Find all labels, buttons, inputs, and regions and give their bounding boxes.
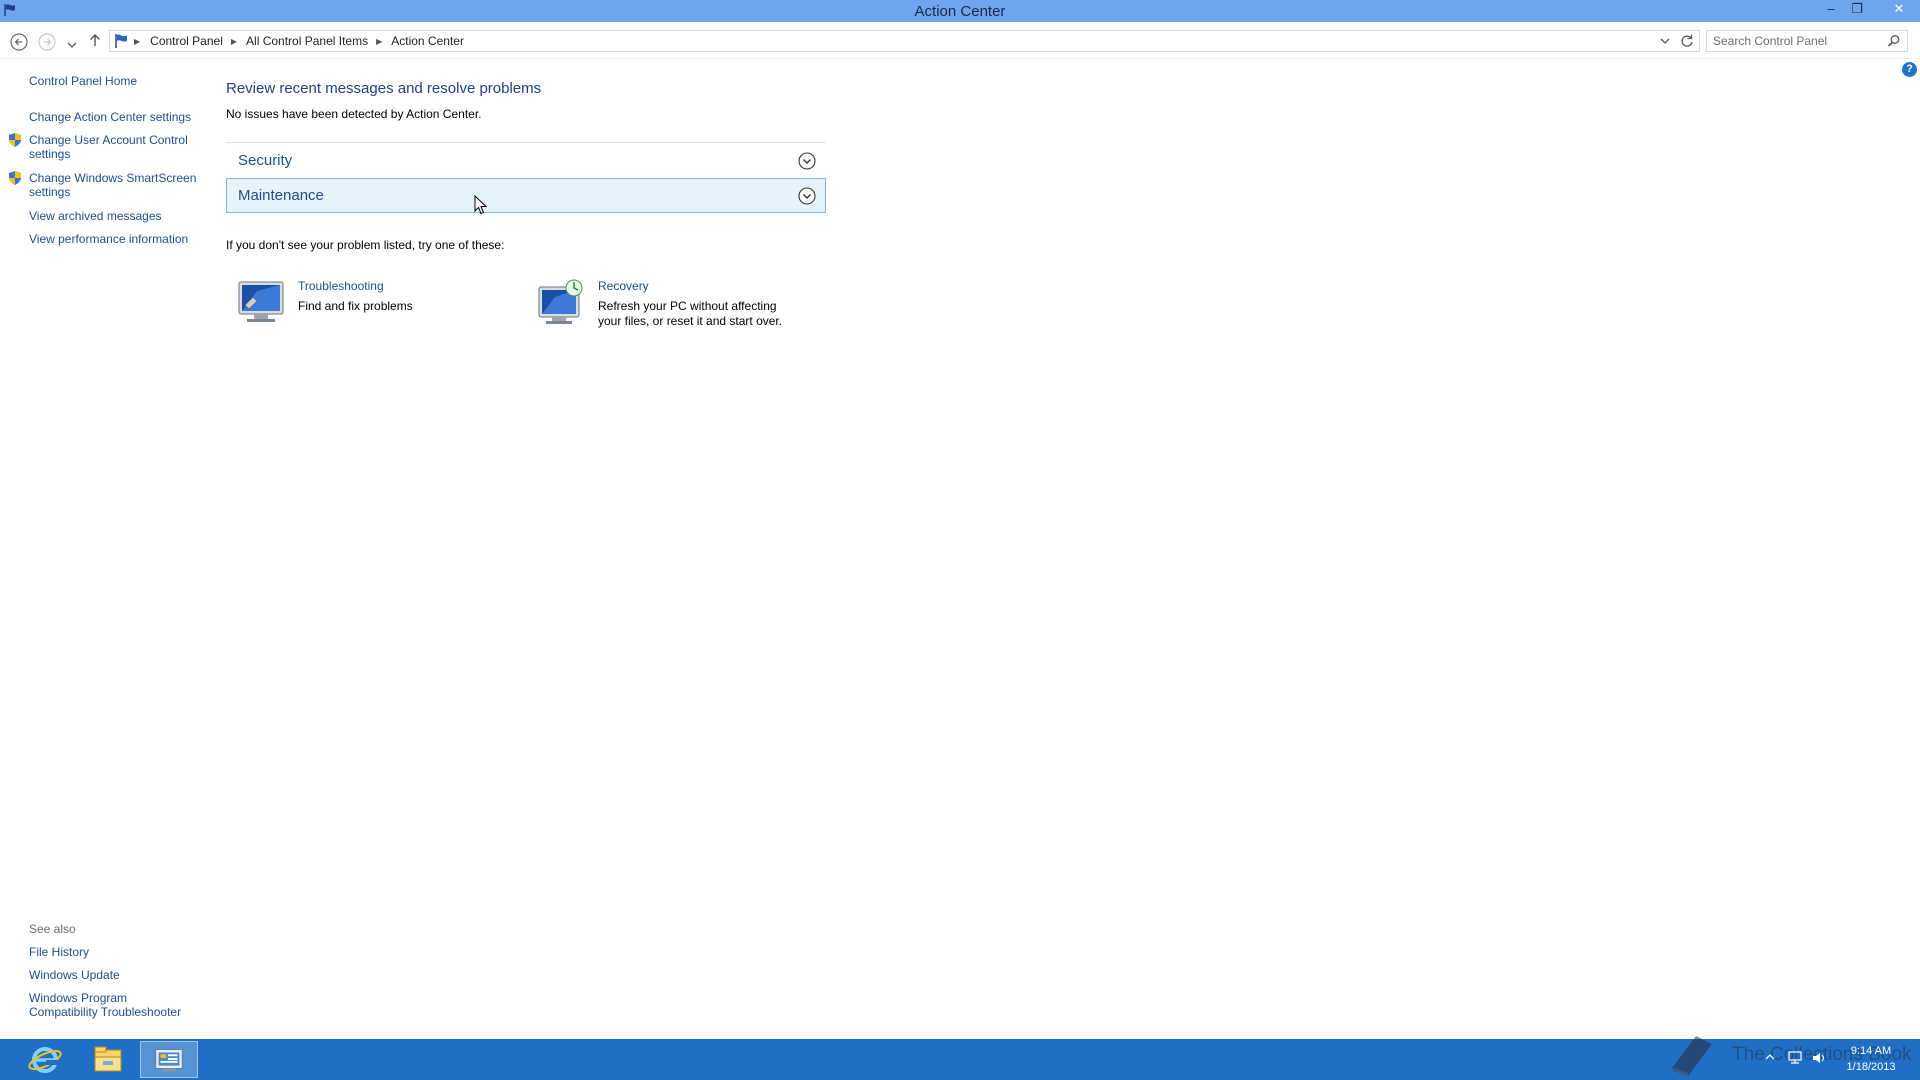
forward-button[interactable] bbox=[37, 32, 57, 52]
close-button[interactable]: ✕ bbox=[1881, 0, 1917, 20]
page-title: Review recent messages and resolve probl… bbox=[226, 80, 542, 97]
refresh-icon[interactable] bbox=[1679, 32, 1695, 50]
search-box[interactable] bbox=[1706, 30, 1908, 52]
search-input[interactable] bbox=[1707, 31, 1877, 51]
windows-program-compatibility-troubleshooter-link[interactable]: Windows Program Compatibility Troublesho… bbox=[29, 991, 199, 1019]
taskbar-clock[interactable]: 9:14 AM 1/18/2013 bbox=[1832, 1043, 1910, 1075]
address-history-chevron-down-icon[interactable] bbox=[1659, 32, 1671, 50]
uac-shield-icon bbox=[9, 171, 21, 185]
clock-time: 9:14 AM bbox=[1850, 1045, 1892, 1057]
view-archived-messages-link[interactable]: View archived messages bbox=[29, 209, 162, 223]
windows-update-link[interactable]: Windows Update bbox=[29, 968, 120, 982]
see-also-heading: See also bbox=[29, 922, 76, 936]
title-bar: Action Center – ❐ ✕ bbox=[0, 0, 1920, 22]
back-button[interactable] bbox=[9, 32, 29, 52]
minimize-button[interactable]: – bbox=[1818, 0, 1844, 20]
troubleshooting-link[interactable]: Troubleshooting bbox=[298, 279, 384, 293]
recovery-icon[interactable] bbox=[537, 279, 585, 325]
window-title: Action Center bbox=[914, 3, 1006, 20]
status-message: No issues have been detected by Action C… bbox=[226, 107, 482, 121]
breadcrumb-control-panel[interactable]: Control Panel bbox=[150, 34, 223, 48]
breadcrumb-separator-icon[interactable]: ▶ bbox=[231, 37, 237, 46]
recovery-description: Refresh your PC without affecting your f… bbox=[598, 299, 783, 328]
breadcrumb-all-control-panel-items[interactable]: All Control Panel Items bbox=[246, 34, 368, 48]
mouse-pointer-icon bbox=[474, 195, 488, 215]
watermark-book-icon bbox=[1670, 1036, 1712, 1076]
address-box[interactable]: ▶ Control Panel ▶ All Control Panel Item… bbox=[109, 30, 1700, 52]
breadcrumb: ▶ Control Panel ▶ All Control Panel Item… bbox=[134, 34, 464, 48]
file-history-link[interactable]: File History bbox=[29, 945, 89, 959]
change-user-account-control-settings-link[interactable]: Change User Account Control settings bbox=[29, 133, 199, 161]
search-icon[interactable] bbox=[1887, 34, 1901, 48]
help-icon[interactable]: ? bbox=[1902, 62, 1917, 77]
security-section-header[interactable]: Security bbox=[226, 143, 826, 178]
expand-chevron-down-icon[interactable] bbox=[798, 152, 816, 170]
troubleshooting-description: Find and fix problems bbox=[298, 299, 413, 313]
control-panel-icon[interactable] bbox=[140, 1041, 198, 1078]
try-these-text: If you don't see your problem listed, tr… bbox=[226, 238, 505, 252]
maximize-button[interactable]: ❐ bbox=[1844, 0, 1870, 20]
recent-locations-chevron-down-icon[interactable] bbox=[65, 35, 79, 55]
volume-icon[interactable] bbox=[1811, 1050, 1827, 1066]
breadcrumb-separator-icon[interactable]: ▶ bbox=[376, 37, 382, 46]
breadcrumb-separator-icon[interactable]: ▶ bbox=[134, 37, 140, 46]
internet-explorer-icon[interactable] bbox=[16, 1041, 74, 1078]
control-panel-home-link[interactable]: Control Panel Home bbox=[29, 74, 137, 88]
navigation-bar: ▶ Control Panel ▶ All Control Panel Item… bbox=[0, 22, 1920, 59]
change-windows-smartscreen-settings-link[interactable]: Change Windows SmartScreen settings bbox=[29, 171, 199, 199]
left-pane: Control Panel Home Change Action Center … bbox=[0, 59, 215, 1039]
taskbar bbox=[0, 1039, 1920, 1080]
clock-date: 1/18/2013 bbox=[1846, 1061, 1896, 1073]
recovery-link[interactable]: Recovery bbox=[598, 279, 649, 293]
change-action-center-settings-link[interactable]: Change Action Center settings bbox=[29, 110, 191, 124]
maintenance-section-header[interactable]: Maintenance bbox=[226, 178, 826, 213]
up-button[interactable] bbox=[85, 30, 105, 50]
network-icon[interactable] bbox=[1787, 1050, 1803, 1066]
action-center-flag-icon bbox=[115, 34, 127, 48]
uac-shield-icon bbox=[9, 133, 21, 147]
file-explorer-icon[interactable] bbox=[79, 1041, 137, 1078]
security-section-label: Security bbox=[238, 152, 293, 169]
troubleshooting-icon[interactable] bbox=[237, 279, 285, 325]
show-hidden-icons-chevron-up-icon[interactable] bbox=[1764, 1052, 1776, 1062]
maintenance-section-label: Maintenance bbox=[238, 187, 324, 204]
breadcrumb-action-center[interactable]: Action Center bbox=[391, 34, 464, 48]
view-performance-information-link[interactable]: View performance information bbox=[29, 232, 188, 246]
expand-chevron-down-icon[interactable] bbox=[798, 187, 816, 205]
